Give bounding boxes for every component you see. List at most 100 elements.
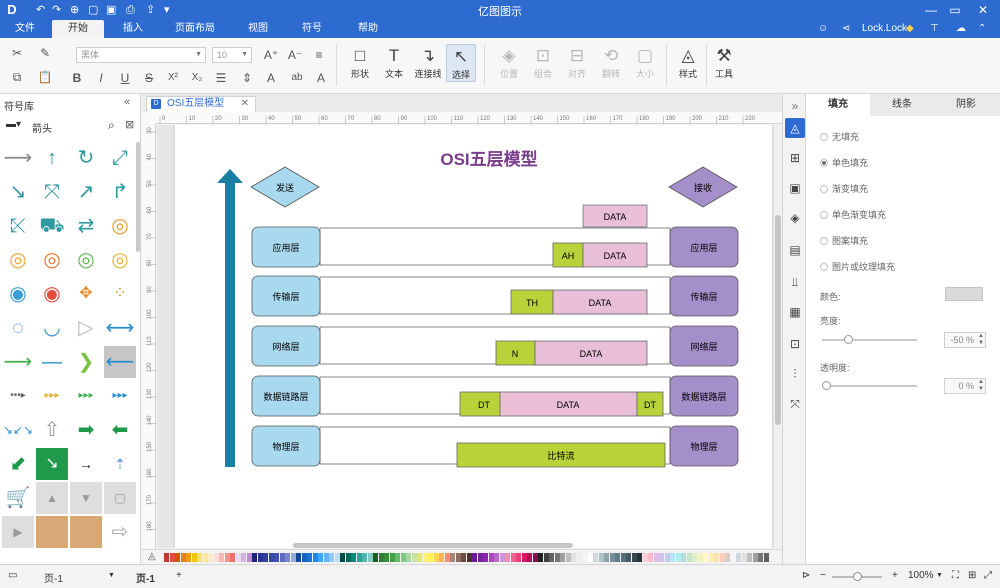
color-swatch[interactable] [736, 553, 741, 562]
color-swatch[interactable] [334, 553, 340, 562]
ring-arrows-icon[interactable]: ◎ [2, 244, 34, 276]
color-swatch[interactable] [659, 553, 664, 562]
folder-tab-icon[interactable] [70, 516, 102, 548]
small-arrows-icon[interactable]: ↘↙↘ [2, 414, 34, 446]
page-tab[interactable]: 页-1 [136, 570, 155, 585]
tab-help[interactable]: 帮助 [346, 20, 390, 38]
fill-option-solid-gradient[interactable]: 单色渐变填充 [820, 208, 886, 221]
color-swatch[interactable] [230, 553, 235, 562]
color-swatch[interactable] [422, 553, 428, 562]
slider-knob[interactable] [822, 381, 831, 390]
color-swatch[interactable] [428, 553, 433, 562]
zoom-in-button[interactable]: + [892, 570, 898, 581]
dots-arrow-icon[interactable]: •••▸ [2, 380, 34, 412]
play-icon[interactable]: ⊳ [802, 570, 810, 581]
color-swatch[interactable] [472, 553, 477, 562]
chevron-arrow-icon[interactable]: ❯ [70, 346, 102, 378]
color-swatch[interactable] [285, 553, 290, 562]
color-swatch[interactable] [164, 553, 169, 562]
color-swatch[interactable] [730, 553, 736, 562]
color-swatch[interactable] [169, 553, 175, 562]
shirt-icon[interactable]: ⊤ [930, 22, 939, 36]
down-right-arrow-icon[interactable]: ↘ [2, 176, 34, 208]
color-swatch[interactable] [345, 553, 351, 562]
library-folder-icon[interactable]: ▬▾ [6, 119, 21, 130]
color-swatches[interactable] [164, 553, 772, 562]
connector-button[interactable]: ↴ 连接线 [413, 44, 443, 80]
transparency-input[interactable]: 0 % ▲ ▼ [944, 378, 986, 394]
color-swatch[interactable] [637, 553, 642, 562]
diagram-title[interactable]: OSI五层模型 [440, 149, 537, 169]
dots-arrow-icon[interactable]: ▸▸▸ [36, 380, 68, 412]
paragraph-align-icon[interactable]: ≡ [310, 46, 328, 64]
color-swatch[interactable] [439, 553, 444, 562]
fullscreen-icon[interactable]: ⤢ [984, 570, 992, 581]
fill-option-picture[interactable]: 图片或纹理填充 [820, 260, 895, 273]
color-swatch[interactable] [675, 553, 681, 562]
fill-option-pattern[interactable]: 图案填充 [820, 234, 868, 247]
refresh-arrow-icon[interactable]: ↻ [70, 142, 102, 174]
color-swatch[interactable] [450, 553, 455, 562]
color-swatch[interactable] [582, 553, 587, 562]
color-swatch[interactable] [202, 553, 208, 562]
fill-option-solid[interactable]: 单色填充 [820, 156, 868, 169]
color-swatch[interactable] [527, 553, 532, 562]
triangle-arrow-icon[interactable]: ▷ [70, 312, 102, 344]
size-button[interactable]: ▢ 大小 [630, 44, 660, 80]
tab-insert[interactable]: 插入 [110, 20, 156, 38]
shrink-arrows-icon[interactable]: ⤪ [2, 210, 34, 242]
color-swatch[interactable] [565, 553, 571, 562]
library-scrollbar[interactable] [136, 142, 140, 252]
cross-arrows-icon[interactable]: ✥ [70, 278, 102, 310]
up-arrow-shaft[interactable] [225, 183, 235, 467]
ring-arrows-icon[interactable]: ◎ [70, 244, 102, 276]
layers-panel-icon[interactable]: ◈ [785, 208, 805, 228]
color-swatch[interactable] [681, 553, 686, 562]
maximize-icon[interactable]: ▭ [946, 2, 964, 18]
color-swatch[interactable] [576, 553, 582, 562]
up-outline-arrow-icon[interactable]: ⇧ [36, 414, 68, 446]
cut-icon[interactable]: ✂ [8, 44, 26, 62]
color-swatch[interactable] [224, 553, 230, 562]
tools-button[interactable]: ⚒ 工具 [709, 44, 739, 80]
pin-arrow-icon[interactable]: ⇡ [104, 448, 136, 480]
color-swatch[interactable] [763, 553, 769, 562]
line-arrow-icon[interactable]: ⟶ [2, 142, 34, 174]
font-size-select[interactable]: 10 ▼ [212, 47, 252, 63]
color-swatch[interactable] [554, 553, 560, 562]
color-swatch[interactable] [461, 553, 466, 562]
current-library-name[interactable]: 箭头 [32, 120, 52, 135]
superscript-icon[interactable]: X² [164, 69, 182, 87]
diagonal-arrow-icon[interactable]: ⤢ [104, 142, 136, 174]
color-swatch[interactable] [604, 553, 609, 562]
chart-panel-icon[interactable]: ⫫ [785, 272, 805, 292]
black-arrow-icon[interactable]: → [70, 448, 102, 480]
image-panel-icon[interactable]: ▣ [785, 178, 805, 198]
color-swatch[interactable] [494, 553, 499, 562]
page-layout-icon[interactable]: ▭ [8, 570, 17, 581]
color-swatch[interactable] [499, 553, 505, 562]
line-spacing-icon[interactable]: ⇕ [238, 69, 256, 87]
bold-icon[interactable]: B [68, 69, 86, 87]
expand-arrows-icon[interactable]: ⤧ [36, 176, 68, 208]
expand-panel-icon[interactable]: » [785, 96, 805, 116]
play-button-icon[interactable]: ▶ [2, 516, 34, 548]
brightness-input[interactable]: -50 % ▲ ▼ [944, 332, 986, 348]
color-swatch[interactable] [329, 553, 334, 562]
color-swatch[interactable] [703, 553, 708, 562]
shape-button[interactable]: □ 形状 [345, 44, 375, 80]
vip-icon[interactable]: ◆ [906, 22, 914, 36]
font-color-icon[interactable]: A [262, 69, 280, 87]
color-swatch[interactable] [532, 553, 538, 562]
zoom-level[interactable]: 100% [908, 570, 934, 581]
strikethrough-icon[interactable]: S [140, 69, 158, 87]
color-swatch[interactable] [367, 553, 373, 562]
color-swatch[interactable] [670, 553, 675, 562]
color-swatch[interactable] [664, 553, 670, 562]
color-swatch[interactable] [175, 553, 180, 562]
green-diag-arrow-icon[interactable]: ⬋ [2, 448, 34, 480]
color-swatch[interactable] [615, 553, 620, 562]
tab-line[interactable]: 线条 [870, 94, 934, 116]
color-swatch[interactable] [653, 553, 659, 562]
fill-option-none[interactable]: 无填充 [820, 130, 859, 143]
